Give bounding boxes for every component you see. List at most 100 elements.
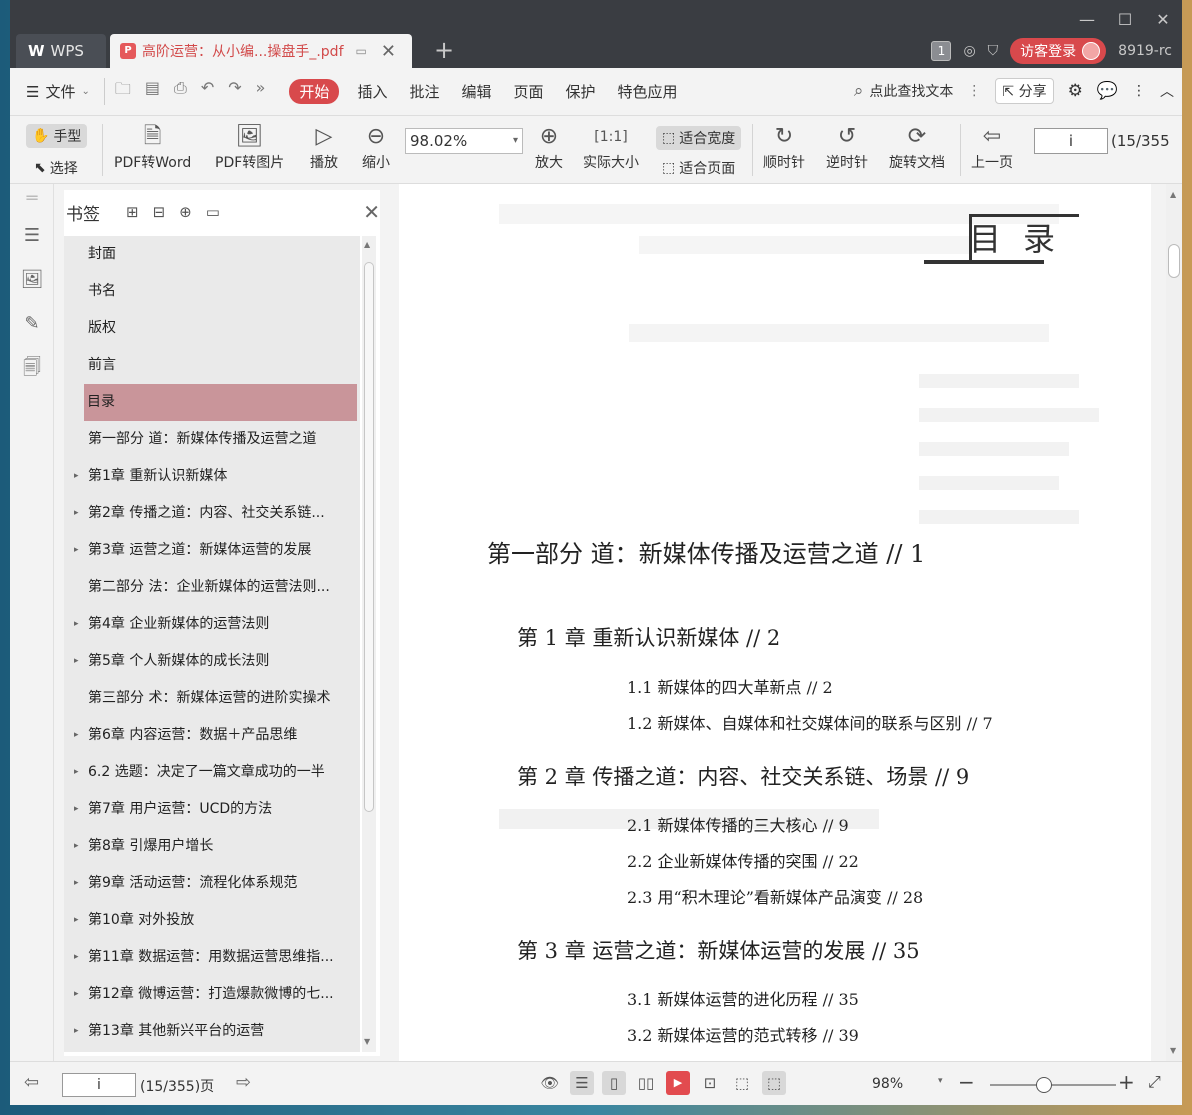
skin-icon[interactable]: ◎ — [963, 43, 975, 59]
prev-page-button[interactable]: ⇦ 上一页 — [971, 122, 1013, 172]
expand-arrow-icon[interactable]: ▸ — [74, 458, 79, 495]
bookmark-item[interactable]: ▸ 第12章 微博运营：打造爆款微博的七... — [74, 976, 360, 1013]
bookmark-item[interactable]: 第一部分 道：新媒体传播及运营之道 — [74, 421, 360, 458]
minimize-icon[interactable]: — — [1068, 6, 1106, 34]
bookmark-item[interactable]: 版权 — [74, 310, 360, 347]
double-page-icon[interactable]: ▯▯ — [634, 1071, 658, 1095]
more-options-icon[interactable]: ⋮ — [1132, 83, 1146, 99]
tab-insert[interactable]: 插入 — [357, 81, 387, 102]
bookmark-item[interactable]: ▸ 6.2 选题：决定了一篇文章成功的一半 — [74, 754, 360, 791]
single-page-icon[interactable]: ▯ — [602, 1071, 626, 1095]
bookmark-item[interactable]: ▸ 第3章 运营之道：新媒体运营的发展 — [74, 532, 360, 569]
scroll-down-icon[interactable]: ▼ — [1170, 1046, 1176, 1055]
actual-size-status-icon[interactable]: ⊡ — [698, 1071, 722, 1095]
bookmark-comment-icon[interactable]: ▭ — [206, 203, 220, 221]
share-button[interactable]: ⇱ 分享 — [995, 78, 1054, 104]
zoom-dropdown-icon[interactable]: ▾ — [938, 1076, 943, 1086]
bookmark-item[interactable]: 目录 — [84, 384, 357, 421]
annotation-icon[interactable]: ✎ — [10, 302, 54, 346]
scroll-down-icon[interactable]: ▼ — [364, 1037, 370, 1046]
collapse-ribbon-icon[interactable]: ︿ — [1160, 81, 1174, 101]
bookmark-item[interactable]: ▸ 第7章 用户运营：UCD的方法 — [74, 791, 360, 828]
expand-arrow-icon[interactable]: ▸ — [74, 939, 79, 976]
more-chevron-icon[interactable]: » — [256, 78, 266, 105]
bookmark-item[interactable]: ▸ 第9章 活动运营：流程化体系规范 — [74, 865, 360, 902]
add-tab-icon[interactable]: + — [434, 36, 454, 64]
bookmarks-scrollbar[interactable]: ▲ ▼ — [362, 236, 376, 1052]
scroll-up-icon[interactable]: ▲ — [364, 240, 370, 249]
prev-page-icon[interactable]: ⇦ — [24, 1072, 39, 1093]
tab-edit[interactable]: 编辑 — [461, 81, 491, 102]
pdf-page[interactable]: 目录 第一部分 道：新媒体传播及运营之道 // 1 第 1 章 重新认识新媒体 … — [399, 184, 1151, 1061]
fit-width-status-icon[interactable]: ⬚ — [762, 1071, 786, 1095]
save-icon[interactable]: ▤ — [145, 78, 160, 105]
fullscreen-icon[interactable]: ⤢ — [1148, 1072, 1161, 1092]
fit-width-button[interactable]: ⬚ 适合宽度 — [656, 126, 742, 150]
expand-arrow-icon[interactable]: ▸ — [74, 532, 79, 569]
rotate-counter-button[interactable]: ↺ 逆时针 — [826, 122, 868, 172]
search-text-button[interactable]: ⌕ 点此查找文本 — [854, 81, 954, 101]
zoom-minus-icon[interactable]: − — [958, 1070, 975, 1094]
continuous-view-icon[interactable]: ☰ — [570, 1071, 594, 1095]
bookmark-item[interactable]: ▸ 第1章 重新认识新媒体 — [74, 458, 360, 495]
bookmark-item[interactable]: ▸ 第2章 传播之道：内容、社交关系链... — [74, 495, 360, 532]
expand-arrow-icon[interactable]: ▸ — [74, 754, 79, 791]
tab-start[interactable]: 开始 — [289, 79, 340, 104]
bookmark-item[interactable]: ▸ 第5章 个人新媒体的成长法则 — [74, 643, 360, 680]
fit-page-status-icon[interactable]: ⬚ — [730, 1071, 754, 1095]
bookmark-item[interactable]: 第三部分 术：新媒体运营的进阶实操术 — [74, 680, 360, 717]
bookmark-item[interactable]: ▸ 第11章 数据运营：用数据运营思维指... — [74, 939, 360, 976]
expand-arrow-icon[interactable]: ▸ — [74, 902, 79, 939]
expand-arrow-icon[interactable]: ▸ — [74, 828, 79, 865]
window-count-badge[interactable]: 1 — [931, 41, 952, 61]
bookmark-item[interactable]: 书名 — [74, 273, 360, 310]
zoom-select[interactable]: 98.02% ▾ — [405, 128, 523, 154]
settings-gear-icon[interactable]: ⚙ — [1068, 81, 1083, 101]
bookmark-item[interactable]: ▸ 第6章 内容运营：数据＋产品思维 — [74, 717, 360, 754]
expand-arrow-icon[interactable]: ▸ — [74, 495, 79, 532]
bookmark-item[interactable]: ▸ 第4章 企业新媒体的运营法则 — [74, 606, 360, 643]
slideshow-play-icon[interactable]: ▶ — [666, 1071, 690, 1095]
expand-all-icon[interactable]: ⊞ — [126, 203, 139, 221]
zoom-out-button[interactable]: ⊖ 缩小 — [362, 122, 390, 172]
close-window-icon[interactable]: ✕ — [1144, 6, 1182, 34]
eye-protection-icon[interactable]: 👁 — [538, 1071, 562, 1095]
next-page-icon[interactable]: ⇨ — [236, 1072, 251, 1093]
zoom-slider-knob[interactable] — [1036, 1077, 1052, 1093]
scroll-thumb[interactable] — [1168, 244, 1180, 278]
bookmark-item[interactable]: 封面 — [74, 236, 360, 273]
login-button[interactable]: 访客登录 — [1010, 38, 1107, 64]
status-page-input[interactable]: i — [62, 1073, 136, 1097]
expand-arrow-icon[interactable]: ▸ — [74, 791, 79, 828]
zoom-slider-track[interactable] — [990, 1084, 1116, 1086]
actual-size-button[interactable]: [1:1] 实际大小 — [583, 122, 639, 172]
status-zoom-value[interactable]: 98% — [872, 1076, 903, 1092]
tab-annotate[interactable]: 批注 — [409, 81, 439, 102]
tab-wps[interactable]: W WPS — [16, 34, 106, 68]
expand-arrow-icon[interactable]: ▸ — [74, 865, 79, 902]
hand-tool-button[interactable]: ✋ 手型 — [26, 124, 88, 148]
expand-arrow-icon[interactable]: ▸ — [74, 976, 79, 1013]
zoom-in-button[interactable]: ⊕ 放大 — [535, 122, 563, 172]
bookmark-item[interactable]: 第二部分 法：企业新媒体的运营法则... — [74, 569, 360, 606]
close-panel-icon[interactable]: ✕ — [363, 200, 380, 224]
file-menu[interactable]: ☰ 文件 ⌄ — [26, 81, 90, 102]
attachment-icon[interactable]: 🗐 — [10, 346, 54, 390]
bookmark-item[interactable]: ▸ 第13章 其他新兴平台的运营 — [74, 1013, 360, 1050]
tab-features[interactable]: 特色应用 — [618, 81, 678, 102]
rotate-document-button[interactable]: ⟳ 旋转文档 — [889, 122, 945, 172]
document-scrollbar[interactable]: ▲ ▼ — [1166, 184, 1182, 1061]
scroll-up-icon[interactable]: ▲ — [1170, 190, 1176, 199]
play-button[interactable]: ▷ 播放 — [310, 122, 338, 172]
shirt-icon[interactable]: ⛉ — [988, 43, 999, 59]
bookmark-list-icon[interactable]: ☰ — [10, 214, 54, 258]
pdf-to-image-button[interactable]: 🖼 PDF转图片 — [215, 122, 284, 172]
undo-icon[interactable]: ↶ — [201, 78, 214, 105]
bookmark-item[interactable]: 前言 — [74, 347, 360, 384]
add-bookmark-icon[interactable]: ⊕ — [179, 203, 192, 221]
expand-arrow-icon[interactable]: ▸ — [74, 606, 79, 643]
expand-arrow-icon[interactable]: ▸ — [74, 1013, 79, 1050]
rotate-clockwise-button[interactable]: ↻ 顺时针 — [763, 122, 805, 172]
bookmark-item[interactable]: ▸ 第10章 对外投放 — [74, 902, 360, 939]
maximize-icon[interactable]: ☐ — [1106, 6, 1144, 34]
